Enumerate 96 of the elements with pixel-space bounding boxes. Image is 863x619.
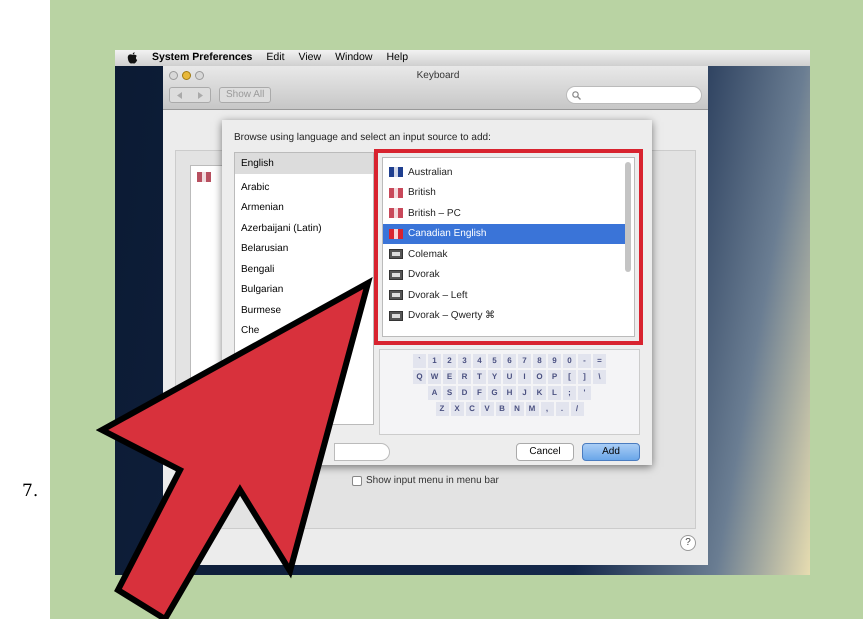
key: 3 [458,354,471,368]
back-forward-control[interactable] [169,87,211,103]
keyboard-icon [389,270,403,280]
key: Z [436,402,448,416]
apple-logo-icon[interactable] [127,52,138,64]
menu-item[interactable]: Edit [266,50,284,66]
key: = [593,354,606,368]
keyboard-icon [389,310,403,321]
key: ; [563,386,576,400]
key: P [548,370,561,384]
key: F [473,386,486,400]
key: 0 [563,354,576,368]
keyboard-icon [389,249,403,260]
checkbox[interactable] [352,476,362,486]
key: / [570,402,584,416]
help-button[interactable]: ? [680,535,696,551]
key: 1 [428,354,441,368]
flag-icon [389,208,403,218]
key: , [540,402,554,416]
sheet-prompt: Browse using language and select an input source to add: [234,131,492,145]
key: 7 [518,354,531,368]
key: 4 [473,354,486,368]
menu-item[interactable]: View [298,50,322,66]
key: ` [413,354,426,368]
layout-item[interactable]: Dvorak [383,264,625,285]
key: B [496,402,508,416]
language-item[interactable]: Armenian [235,198,290,218]
language-item[interactable]: Belarusian [235,238,294,259]
key: W [428,370,441,384]
language-item[interactable]: Arabic [235,177,276,198]
search-icon [572,90,581,100]
language-item[interactable]: Azerbaijani (Latin) [235,218,328,238]
key: D [458,386,471,400]
key: 2 [443,354,456,368]
key: L [548,386,561,400]
key: O [533,370,546,384]
layout-item[interactable]: Dvorak – Qwerty ⌘ [383,306,625,326]
language-item[interactable]: Che [235,320,266,341]
key: Q [413,370,426,384]
language-item[interactable]: Bengali [235,259,280,280]
key: 6 [503,354,516,368]
key: A [428,386,441,400]
key: ' [578,386,591,400]
close-button[interactable] [169,70,178,80]
key: [ [563,370,576,384]
key: H [503,386,516,400]
layout-item[interactable]: Australian [383,162,625,182]
back-arrow-icon[interactable] [177,92,183,98]
menu-item[interactable]: Help [386,50,408,66]
key: - [578,354,591,368]
key: S [443,386,456,400]
zoom-button[interactable] [195,70,204,80]
minimize-button[interactable] [182,70,191,80]
window-title: Keyboard [416,68,460,82]
menu-item[interactable]: Window [335,50,372,66]
flag-icon [389,188,403,198]
key: M [526,402,538,416]
flag-icon [197,172,211,182]
layout-item[interactable]: Canadian English [383,224,625,244]
key: 8 [533,354,546,368]
menu-item[interactable]: System Preferences [152,50,252,66]
search-field[interactable] [334,443,390,461]
step-number: 7. [22,480,40,502]
key: U [503,370,516,384]
cancel-button[interactable]: Cancel [516,443,574,461]
key: N [510,402,524,416]
key: 5 [488,354,501,368]
checkbox-label: Show input menu in menu bar [366,474,499,488]
key: T [473,370,486,384]
key: J [518,386,531,400]
flag-icon [389,167,403,178]
keyboard-icon [389,290,403,300]
key: 9 [548,354,561,368]
search-field[interactable] [566,86,702,104]
key: V [480,402,494,416]
flag-icon [389,228,403,239]
language-item[interactable]: Bulgarian [235,280,290,300]
key: E [443,370,456,384]
layout-item[interactable]: British [383,182,625,203]
layout-item[interactable]: British – PC [383,203,625,224]
key: X [450,402,464,416]
key: . [556,402,568,416]
key: Y [488,370,501,384]
key: I [518,370,531,384]
add-button[interactable]: Add [582,443,640,461]
layout-item[interactable]: Dvorak – Left [383,285,625,306]
layout-item[interactable]: Colemak [383,244,625,264]
key: ] [578,370,591,384]
key: G [488,386,501,400]
language-item[interactable]: English [235,153,373,174]
forward-arrow-icon[interactable] [197,92,203,98]
language-item[interactable]: Burmese [235,300,288,320]
key: \ [593,370,606,384]
key: K [533,386,546,400]
key: C [466,402,478,416]
key: R [458,370,471,384]
